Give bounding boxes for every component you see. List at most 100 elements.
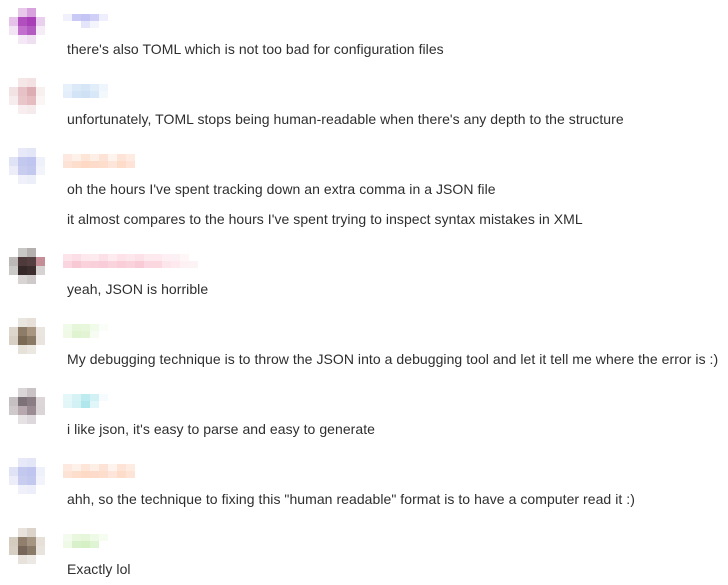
message-text: yeah, JSON is horrible <box>67 281 209 297</box>
username-pixel <box>90 541 99 548</box>
avatar[interactable] <box>9 458 45 494</box>
avatar-pixel <box>36 96 45 105</box>
username-pixel <box>81 154 90 161</box>
username-pixel <box>81 324 90 331</box>
username-pixel <box>99 471 108 478</box>
username-pixel <box>72 534 81 541</box>
username-pixel <box>63 161 72 168</box>
message-text: oh the hours I've spent tracking down an… <box>67 181 496 197</box>
username-pixel <box>81 401 90 408</box>
username-pixel <box>81 534 90 541</box>
avatar-pixel <box>27 248 36 257</box>
username-blurred[interactable] <box>63 84 108 98</box>
username-pixel <box>153 254 162 261</box>
username-blurred[interactable] <box>63 324 108 338</box>
username-pixel <box>126 161 135 168</box>
username-pixel <box>90 534 99 541</box>
avatar-pixel <box>18 388 27 397</box>
message-text: Exactly lol <box>67 561 131 577</box>
avatar-pixel <box>18 528 27 537</box>
avatar-pixel <box>36 345 45 354</box>
avatar-pixel <box>27 26 36 35</box>
avatar-pixel <box>36 406 45 415</box>
avatar-pixel <box>18 275 27 284</box>
username-pixel <box>171 261 180 268</box>
username-pixel <box>117 471 126 478</box>
username-pixel <box>90 84 99 91</box>
avatar-pixel <box>18 485 27 494</box>
username-blurred[interactable] <box>63 464 135 478</box>
username-pixel <box>90 14 99 21</box>
avatar-pixel <box>36 175 45 184</box>
username-pixel <box>81 254 90 261</box>
username-pixel <box>81 464 90 471</box>
username-pixel <box>63 331 72 338</box>
avatar-pixel <box>9 397 18 406</box>
avatar-pixel <box>36 87 45 96</box>
username-pixel <box>144 254 153 261</box>
avatar-pixel <box>27 175 36 184</box>
avatar-pixel <box>36 105 45 114</box>
username-pixel <box>126 154 135 161</box>
avatar[interactable] <box>9 248 45 284</box>
avatar-pixel <box>9 87 18 96</box>
username-pixel <box>171 254 180 261</box>
avatar-pixel <box>9 406 18 415</box>
avatar-pixel <box>27 485 36 494</box>
username-pixel <box>72 541 81 548</box>
username-pixel <box>63 401 72 408</box>
avatar-pixel <box>27 537 36 546</box>
avatar-pixel <box>36 248 45 257</box>
avatar[interactable] <box>9 318 45 354</box>
username-pixel <box>72 254 81 261</box>
username-pixel <box>90 91 99 98</box>
username-pixel <box>72 471 81 478</box>
avatar[interactable] <box>9 528 45 564</box>
username-pixel <box>108 261 117 268</box>
avatar[interactable] <box>9 388 45 424</box>
avatar-pixel <box>18 406 27 415</box>
avatar-pixel <box>36 537 45 546</box>
username-pixel <box>99 14 108 21</box>
avatar-pixel <box>27 397 36 406</box>
username-blurred[interactable] <box>63 254 198 268</box>
avatar-pixel <box>9 248 18 257</box>
username-pixel <box>162 261 171 268</box>
avatar-pixel <box>18 345 27 354</box>
avatar-pixel <box>36 148 45 157</box>
username-pixel <box>126 471 135 478</box>
username-blurred[interactable] <box>63 394 108 408</box>
username-pixel <box>81 471 90 478</box>
avatar[interactable] <box>9 8 45 44</box>
avatar-pixel <box>9 17 18 26</box>
avatar-pixel <box>18 327 27 336</box>
username-pixel <box>63 254 72 261</box>
avatar[interactable] <box>9 78 45 114</box>
avatar-pixel <box>9 485 18 494</box>
username-pixel <box>90 471 99 478</box>
username-pixel <box>99 21 108 28</box>
avatar-pixel <box>9 266 18 275</box>
avatar-pixel <box>18 476 27 485</box>
username-pixel <box>99 394 108 401</box>
avatar-pixel <box>18 175 27 184</box>
username-pixel <box>81 261 90 268</box>
username-pixel <box>117 154 126 161</box>
username-blurred[interactable] <box>63 534 108 548</box>
username-pixel <box>90 331 99 338</box>
avatar-pixel <box>9 8 18 17</box>
username-pixel <box>72 14 81 21</box>
username-pixel <box>90 161 99 168</box>
avatar-pixel <box>18 397 27 406</box>
avatar[interactable] <box>9 148 45 184</box>
username-blurred[interactable] <box>63 14 108 28</box>
username-pixel <box>126 254 135 261</box>
avatar-pixel <box>18 318 27 327</box>
message-text: My debugging technique is to throw the J… <box>67 351 719 367</box>
username-pixel <box>99 161 108 168</box>
username-pixel <box>81 21 90 28</box>
avatar-pixel <box>27 528 36 537</box>
username-blurred[interactable] <box>63 154 135 168</box>
username-pixel <box>81 331 90 338</box>
avatar-pixel <box>36 318 45 327</box>
